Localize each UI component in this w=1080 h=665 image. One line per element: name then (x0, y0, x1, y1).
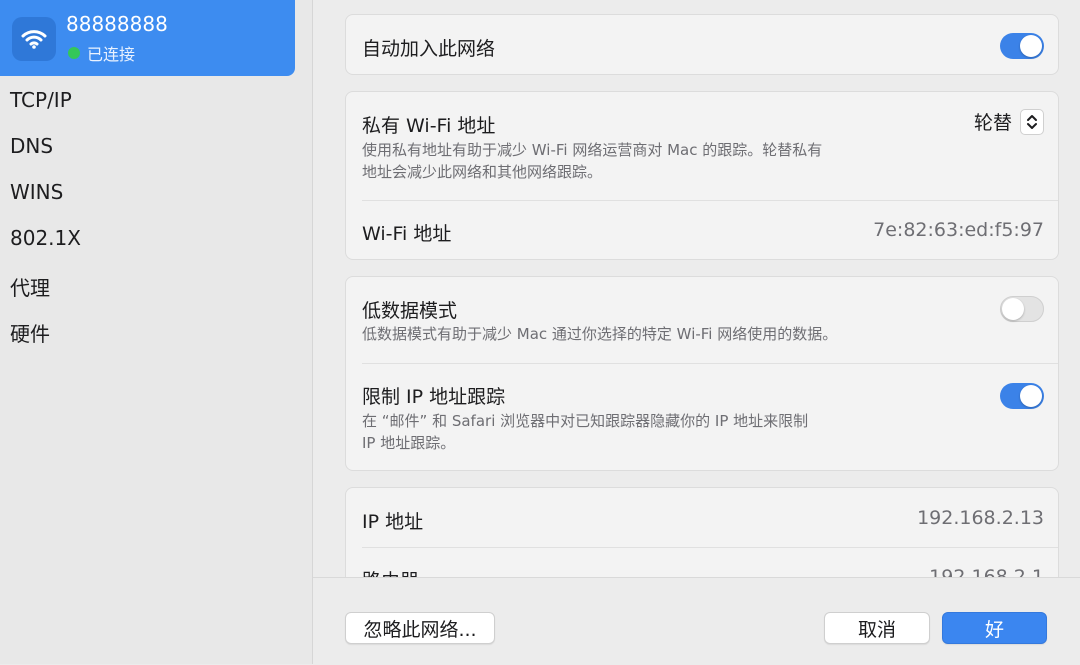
sidebar-item-tcpip[interactable]: TCP/IP (10, 88, 72, 112)
network-name: 88888888 (66, 12, 168, 36)
limit-ip-tracking-description-1: 在 “邮件” 和 Safari 浏览器中对已知跟踪器隐藏你的 IP 地址来限制 (362, 412, 809, 430)
auto-join-toggle[interactable] (1000, 33, 1044, 59)
private-address-label: 私有 Wi-Fi 地址 (362, 115, 496, 137)
sidebar-item-proxy[interactable]: 代理 (10, 272, 50, 301)
main-content: 自动加入此网络 私有 Wi-Fi 地址 使用私有地址有助于减少 Wi-Fi 网络… (313, 0, 1080, 665)
private-address-panel: 私有 Wi-Fi 地址 使用私有地址有助于减少 Wi-Fi 网络运营商对 Mac… (345, 91, 1059, 260)
private-address-select[interactable]: 轮替 (974, 108, 1044, 135)
ip-address-label: IP 地址 (362, 511, 424, 533)
wifi-address-label: Wi-Fi 地址 (362, 223, 452, 245)
sidebar-item-dns[interactable]: DNS (10, 134, 53, 158)
sidebar-item-8021x[interactable]: 802.1X (10, 226, 81, 250)
divider (362, 547, 1058, 548)
divider (362, 200, 1058, 201)
sidebar: 88888888 已连接 TCP/IP DNS WINS 802.1X 代理 硬… (0, 0, 313, 664)
sidebar-item-hardware[interactable]: 硬件 (10, 318, 50, 347)
private-address-description-2: 地址会减少此网络和其他网络跟踪。 (362, 163, 603, 181)
low-data-mode-label: 低数据模式 (362, 300, 458, 322)
forget-network-button[interactable]: 忽略此网络... (345, 612, 495, 644)
divider (362, 363, 1058, 364)
cancel-button[interactable]: 取消 (824, 612, 930, 644)
auto-join-panel: 自动加入此网络 (345, 14, 1059, 75)
sidebar-item-wins[interactable]: WINS (10, 180, 63, 204)
ok-button[interactable]: 好 (942, 612, 1047, 644)
network-status-text: 已连接 (87, 45, 136, 64)
up-down-chevron-icon (1020, 108, 1044, 135)
dialog-footer: 忽略此网络... 取消 好 (313, 577, 1080, 665)
limit-ip-tracking-description-2: IP 地址跟踪。 (362, 434, 456, 452)
ip-address-value: 192.168.2.13 (917, 507, 1044, 529)
limit-ip-tracking-label: 限制 IP 地址跟踪 (362, 386, 506, 408)
data-privacy-panel: 低数据模式 低数据模式有助于减少 Mac 通过你选择的特定 Wi-Fi 网络使用… (345, 276, 1059, 471)
private-address-description-1: 使用私有地址有助于减少 Wi-Fi 网络运营商对 Mac 的跟踪。轮替私有 (362, 141, 823, 159)
current-network-card[interactable]: 88888888 已连接 (0, 0, 295, 76)
connected-dot-icon (68, 47, 80, 59)
private-address-select-value: 轮替 (973, 112, 1012, 134)
network-status: 已连接 (68, 41, 135, 65)
low-data-mode-description: 低数据模式有助于减少 Mac 通过你选择的特定 Wi-Fi 网络使用的数据。 (362, 325, 838, 343)
wifi-icon (12, 17, 56, 61)
wifi-address-value: 7e:82:63:ed:f5:97 (873, 219, 1044, 241)
low-data-mode-toggle[interactable] (1000, 296, 1044, 322)
auto-join-label: 自动加入此网络 (362, 38, 496, 60)
limit-ip-tracking-toggle[interactable] (1000, 383, 1044, 409)
